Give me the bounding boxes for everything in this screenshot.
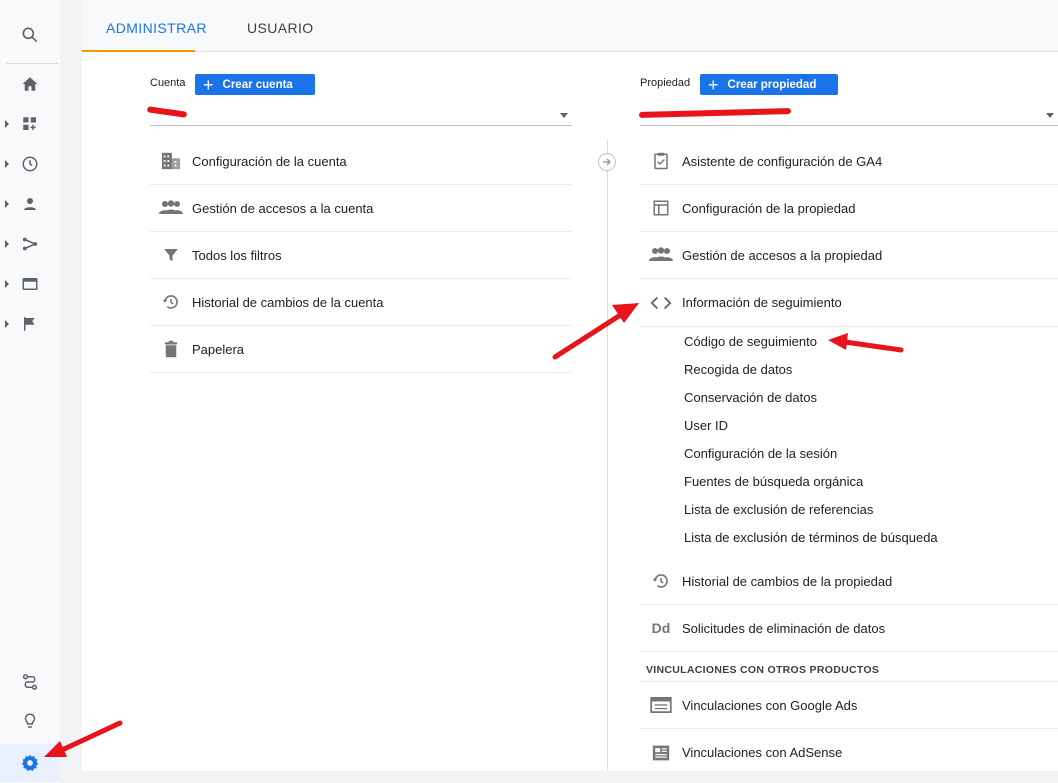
dashboard-icon: [23, 117, 36, 130]
create-account-label: Crear cuenta: [222, 78, 293, 91]
gear-icon: [21, 754, 39, 771]
arrow-right-icon: [603, 158, 612, 166]
filter-icon: [164, 249, 178, 261]
rail-divider: [6, 63, 58, 64]
linking-section-header: VINCULACIONES CON OTROS PRODUCTOS: [640, 652, 1058, 682]
search-icon: [22, 27, 38, 43]
google-ads-linking-item[interactable]: Vinculaciones con Google Ads: [640, 682, 1058, 729]
ga4-setup-assistant-item[interactable]: Asistente de configuración de GA4: [640, 138, 1058, 185]
account-menu: Configuración de la cuenta Gestión de ac…: [150, 138, 572, 373]
behavior-button[interactable]: [0, 266, 60, 302]
acquisition-icon: [22, 237, 38, 251]
expand-caret-icon: [5, 160, 9, 168]
item-label: Configuración de la cuenta: [192, 153, 347, 169]
history-icon: [652, 574, 668, 588]
customization-button[interactable]: [0, 106, 60, 142]
create-property-button[interactable]: + Crear propiedad: [700, 74, 838, 95]
dd-icon: Dd: [651, 620, 671, 636]
item-label: Vinculaciones con Google Ads: [682, 697, 858, 713]
item-label: Gestión de accesos a la propiedad: [682, 247, 883, 263]
ads-icon: [650, 697, 672, 713]
account-selector[interactable]: [150, 104, 572, 126]
code-icon: [650, 296, 672, 309]
property-history-item[interactable]: Historial de cambios de la propiedad: [640, 558, 1058, 605]
admin-button[interactable]: [0, 744, 60, 782]
collapse-column-button[interactable]: [598, 153, 616, 171]
item-label: Gestión de accesos a la cuenta: [192, 200, 374, 216]
property-menu: Asistente de configuración de GA4 Config…: [640, 138, 1058, 776]
search-term-exclusion-link[interactable]: Lista de exclusión de términos de búsque…: [640, 524, 1058, 552]
trash-icon: [165, 340, 177, 358]
search-button[interactable]: [0, 17, 60, 53]
admin-main-panel: ADMINISTRAR USUARIO Cuenta + Crear cuent…: [82, 0, 1058, 771]
tab-administrar[interactable]: ADMINISTRAR: [82, 0, 206, 52]
people-icon: [649, 247, 673, 261]
account-label: Cuenta: [150, 77, 186, 89]
plus-icon: +: [708, 74, 719, 95]
audience-button[interactable]: [0, 186, 60, 222]
item-label: Vinculaciones con AdSense: [682, 745, 843, 760]
lightbulb-icon: [24, 713, 36, 728]
realtime-button[interactable]: [0, 146, 60, 182]
tracking-code-link[interactable]: Código de seguimiento: [640, 328, 1058, 356]
flag-icon: [24, 317, 35, 331]
expand-caret-icon: [5, 120, 9, 128]
item-label: Solicitudes de eliminación de datos: [682, 620, 886, 636]
acquisition-button[interactable]: [0, 226, 60, 262]
clock-icon: [22, 156, 38, 172]
trash-item[interactable]: Papelera: [150, 326, 572, 373]
person-icon: [24, 198, 36, 210]
expand-caret-icon: [5, 280, 9, 288]
data-collection-link[interactable]: Recogida de datos: [640, 356, 1058, 384]
tracking-info-item[interactable]: Información de seguimiento: [640, 279, 1058, 326]
people-icon: [159, 200, 183, 214]
home-button[interactable]: [0, 66, 60, 102]
attribution-button[interactable]: [0, 664, 60, 700]
item-label: Historial de cambios de la cuenta: [192, 294, 384, 310]
tracking-submenu: Código de seguimiento Recogida de datos …: [640, 326, 1058, 558]
referral-exclusion-link[interactable]: Lista de exclusión de referencias: [640, 496, 1058, 524]
item-label: Historial de cambios de la propiedad: [682, 573, 893, 589]
left-nav-rail: [0, 0, 60, 783]
create-property-label: Crear propiedad: [727, 78, 817, 91]
data-deletion-requests-item[interactable]: Dd Solicitudes de eliminación de datos: [640, 605, 1058, 652]
create-account-button[interactable]: + Crear cuenta: [195, 74, 315, 95]
all-filters-item[interactable]: Todos los filtros: [150, 232, 572, 279]
property-access-item[interactable]: Gestión de accesos a la propiedad: [640, 232, 1058, 279]
session-settings-link[interactable]: Configuración de la sesión: [640, 440, 1058, 468]
item-label: Todos los filtros: [192, 247, 282, 263]
dropdown-arrow-icon: [1046, 113, 1054, 118]
account-history-item[interactable]: Historial de cambios de la cuenta: [150, 279, 572, 326]
expand-caret-icon: [5, 200, 9, 208]
organic-search-sources-link[interactable]: Fuentes de búsqueda orgánica: [640, 468, 1058, 496]
adsense-linking-item[interactable]: Vinculaciones con AdSense: [640, 729, 1058, 776]
expand-caret-icon: [5, 240, 9, 248]
data-retention-link[interactable]: Conservación de datos: [640, 384, 1058, 412]
conversions-button[interactable]: [0, 306, 60, 342]
clipboard-check-icon: [654, 152, 668, 170]
browser-window-icon: [22, 278, 38, 290]
tab-bar: ADMINISTRAR USUARIO: [82, 0, 1058, 52]
item-label: Papelera: [192, 341, 245, 357]
item-label: Asistente de configuración de GA4: [682, 153, 883, 169]
account-settings-item[interactable]: Configuración de la cuenta: [150, 138, 572, 185]
adsense-icon: [652, 745, 670, 760]
item-label: Configuración de la propiedad: [682, 200, 856, 216]
dropdown-arrow-icon: [560, 113, 568, 118]
property-settings-item[interactable]: Configuración de la propiedad: [640, 185, 1058, 232]
item-label: Información de seguimiento: [682, 295, 842, 310]
history-icon: [162, 295, 178, 309]
property-label: Propiedad: [640, 77, 691, 89]
account-access-item[interactable]: Gestión de accesos a la cuenta: [150, 185, 572, 232]
building-icon: [161, 152, 181, 170]
route-icon: [22, 674, 38, 690]
expand-caret-icon: [5, 320, 9, 328]
layout-icon: [653, 200, 669, 216]
column-divider: [607, 140, 608, 771]
user-id-link[interactable]: User ID: [640, 412, 1058, 440]
plus-icon: +: [203, 74, 214, 95]
home-icon: [22, 77, 38, 91]
tab-usuario[interactable]: USUARIO: [223, 0, 338, 52]
discover-button[interactable]: [0, 703, 60, 739]
